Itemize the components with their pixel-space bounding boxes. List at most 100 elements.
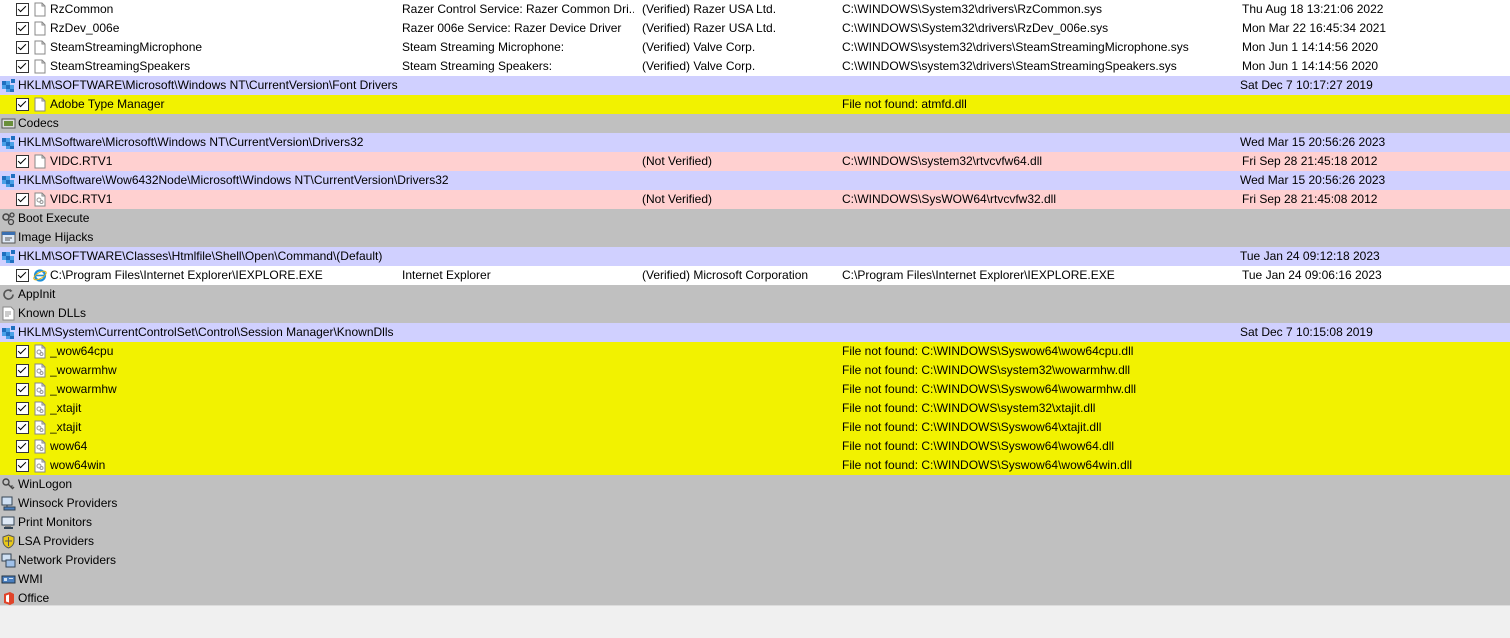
category-label: WinLogon (18, 477, 73, 491)
category-row[interactable]: Winsock Providers (0, 494, 1510, 513)
file-icon (33, 2, 47, 17)
entry-image-path: File not found: atmfd.dll (842, 97, 967, 111)
category-row[interactable]: WMI (0, 570, 1510, 589)
enable-checkbox[interactable] (16, 459, 29, 472)
entry-name: _wowarmhw (50, 382, 117, 396)
entry-row[interactable]: SteamStreamingMicrophone Steam Streaming … (0, 38, 1510, 57)
file-icon (33, 59, 47, 74)
category-label: Winsock Providers (18, 496, 118, 510)
registry-key-timestamp: Tue Jan 24 09:12:18 2023 (1240, 249, 1380, 263)
winsock-icon (1, 496, 16, 511)
wmi-icon (1, 572, 16, 587)
entry-row[interactable]: _wowarmhw File not found: C:\WINDOWS\syst… (0, 361, 1510, 380)
registry-key-timestamp: Sat Dec 7 10:17:27 2019 (1240, 78, 1373, 92)
category-row[interactable]: Known DLLs (0, 304, 1510, 323)
enable-checkbox[interactable] (16, 155, 29, 168)
enable-checkbox[interactable] (16, 402, 29, 415)
registry-key-path: HKLM\System\CurrentControlSet\Control\Se… (18, 325, 394, 339)
entry-row[interactable]: VIDC.RTV1 (Not Verified) C:\WINDOWS\system… (0, 152, 1510, 171)
registry-key-row[interactable]: HKLM\SOFTWARE\Classes\Htmlfile\Shell\Ope… (0, 247, 1510, 266)
category-row[interactable]: Print Monitors (0, 513, 1510, 532)
file-icon (33, 97, 47, 112)
enable-checkbox[interactable] (16, 345, 29, 358)
category-row[interactable]: Codecs (0, 114, 1510, 133)
enable-checkbox[interactable] (16, 98, 29, 111)
autoruns-entry-list[interactable]: RzCommon Razer Control Service: Razer Com… (0, 0, 1510, 608)
enable-checkbox[interactable] (16, 364, 29, 377)
enable-checkbox[interactable] (16, 60, 29, 73)
category-label: Known DLLs (18, 306, 87, 320)
entry-description: Razer 006e Service: Razer Device Driver (402, 21, 622, 35)
enable-checkbox[interactable] (16, 269, 29, 282)
dll-file-icon (33, 363, 47, 378)
registry-key-row[interactable]: HKLM\SOFTWARE\Microsoft\Windows NT\Curre… (0, 76, 1510, 95)
entry-description: Steam Streaming Speakers: (402, 59, 553, 73)
entry-row[interactable]: C:\Program Files\Internet Explorer\IEXPL… (0, 266, 1510, 285)
entry-row[interactable]: RzDev_006e Razer 006e Service: Razer Devi… (0, 19, 1510, 38)
registry-key-timestamp: Wed Mar 15 20:56:26 2023 (1240, 135, 1386, 149)
category-row[interactable]: LSA Providers (0, 532, 1510, 551)
entry-image-path: File not found: C:\WINDOWS\Syswow64\wow6… (842, 344, 1134, 358)
internet-explorer-icon (33, 268, 47, 283)
entry-image-path: C:\WINDOWS\System32\drivers\RzDev_006e.s… (842, 21, 1109, 35)
entry-description: Steam Streaming Microphone: (402, 40, 565, 54)
entry-name: _wowarmhw (50, 363, 117, 377)
registry-key-path: HKLM\SOFTWARE\Classes\Htmlfile\Shell\Ope… (18, 249, 383, 263)
category-row[interactable]: Image Hijacks (0, 228, 1510, 247)
entry-row[interactable]: Adobe Type Manager File not found: atmfd.… (0, 95, 1510, 114)
dll-file-icon (33, 458, 47, 473)
entry-timestamp: Mon Mar 22 16:45:34 2021 (1242, 21, 1387, 35)
dll-file-icon (33, 192, 47, 207)
entry-name: RzCommon (50, 2, 114, 16)
entry-row[interactable]: _wow64cpu File not found: C:\WINDOWS\Sysw… (0, 342, 1510, 361)
registry-key-timestamp: Wed Mar 15 20:56:26 2023 (1240, 173, 1386, 187)
entry-row[interactable]: _xtajit File not found: C:\WINDOWS\Syswow… (0, 418, 1510, 437)
entry-row[interactable]: wow64win File not found: C:\WINDOWS\Syswo… (0, 456, 1510, 475)
entry-row[interactable]: VIDC.RTV1 (Not Verified) C:\WINDOWS\SysWOW… (0, 190, 1510, 209)
entry-image-path: File not found: C:\WINDOWS\Syswow64\xtaj… (842, 420, 1102, 434)
entry-name: _xtajit (50, 401, 82, 415)
enable-checkbox[interactable] (16, 22, 29, 35)
entry-row[interactable]: _xtajit File not found: C:\WINDOWS\system… (0, 399, 1510, 418)
registry-key-row[interactable]: HKLM\Software\Microsoft\Windows NT\Curre… (0, 133, 1510, 152)
appinit-icon (1, 287, 16, 302)
entry-row[interactable]: RzCommon Razer Control Service: Razer Com… (0, 0, 1510, 19)
registry-key-row[interactable]: HKLM\Software\Wow6432Node\Microsoft\Wind… (0, 171, 1510, 190)
enable-checkbox[interactable] (16, 3, 29, 16)
entry-image-path: File not found: C:\WINDOWS\Syswow64\wowa… (842, 382, 1137, 396)
dll-file-icon (33, 344, 47, 359)
entry-name: Adobe Type Manager (50, 97, 165, 111)
category-row[interactable]: AppInit (0, 285, 1510, 304)
boot-execute-icon (1, 211, 16, 226)
dll-file-icon (33, 420, 47, 435)
file-icon (33, 154, 47, 169)
entry-row[interactable]: _wowarmhw File not found: C:\WINDOWS\Sysw… (0, 380, 1510, 399)
dll-file-icon (33, 401, 47, 416)
entry-image-path: C:\WINDOWS\system32\rtvcvfw64.dll (842, 154, 1043, 168)
entry-description: Internet Explorer (402, 268, 491, 282)
entry-timestamp: Tue Jan 24 09:06:16 2023 (1242, 268, 1382, 282)
file-icon (33, 40, 47, 55)
dll-file-icon (33, 382, 47, 397)
entry-name: C:\Program Files\Internet Explorer\IEXPL… (50, 268, 323, 282)
entry-image-path: C:\WINDOWS\SysWOW64\rtvcvfw32.dll (842, 192, 1057, 206)
enable-checkbox[interactable] (16, 41, 29, 54)
enable-checkbox[interactable] (16, 193, 29, 206)
entry-description: Razer Control Service: Razer Common Dri.… (402, 2, 634, 16)
entry-timestamp: Thu Aug 18 13:21:06 2022 (1242, 2, 1384, 16)
office-icon (1, 591, 16, 606)
registry-key-row[interactable]: HKLM\System\CurrentControlSet\Control\Se… (0, 323, 1510, 342)
entry-name: SteamStreamingSpeakers (50, 59, 191, 73)
entry-row[interactable]: wow64 File not found: C:\WINDOWS\Syswow64… (0, 437, 1510, 456)
enable-checkbox[interactable] (16, 440, 29, 453)
entry-timestamp: Fri Sep 28 21:45:18 2012 (1242, 154, 1378, 168)
enable-checkbox[interactable] (16, 421, 29, 434)
registry-key-path: HKLM\SOFTWARE\Microsoft\Windows NT\Curre… (18, 78, 398, 92)
category-label: Codecs (18, 116, 59, 130)
category-row[interactable]: WinLogon (0, 475, 1510, 494)
category-row[interactable]: Network Providers (0, 551, 1510, 570)
category-row[interactable]: Boot Execute (0, 209, 1510, 228)
entry-row[interactable]: SteamStreamingSpeakers Steam Streaming Sp… (0, 57, 1510, 76)
network-icon (1, 553, 16, 568)
enable-checkbox[interactable] (16, 383, 29, 396)
